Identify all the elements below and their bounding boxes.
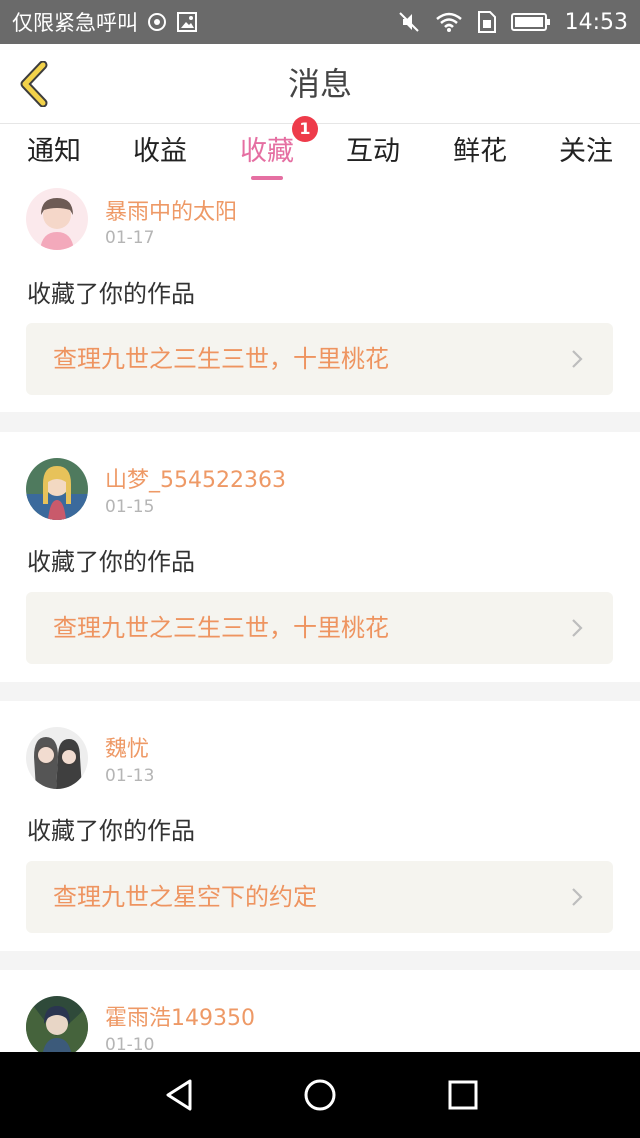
avatar-image [26, 458, 88, 520]
recents-square-icon[interactable] [443, 1075, 483, 1115]
action-text: 收藏了你的作品 [27, 280, 195, 308]
chevron-left-icon [20, 61, 48, 107]
tab-favorites-badge: 1 [292, 116, 318, 142]
chevron-right-icon [572, 350, 583, 368]
avatar[interactable] [26, 188, 88, 250]
tab-label: 收益 [133, 136, 187, 167]
work-title: 查理九世之三生三世，十里桃花 [53, 614, 389, 642]
chevron-right-icon [572, 888, 583, 906]
message-card: 魏忧 01-13 收藏了你的作品 查理九世之星空下的约定 [0, 701, 640, 951]
message-list[interactable]: 暴雨中的太阳 01-17 收藏了你的作品 查理九世之三生三世，十里桃花 山梦_5… [0, 184, 640, 1052]
wifi-icon [435, 11, 463, 33]
work-title: 查理九世之三生三世，十里桃花 [53, 345, 389, 373]
avatar-image [26, 188, 88, 250]
status-left: 仅限紧急呼叫 [12, 0, 198, 44]
work-link[interactable]: 查理九世之三生三世，十里桃花 [26, 323, 613, 395]
message-date: 01-10 [105, 1035, 155, 1052]
status-time: 14:53 [564, 9, 628, 35]
work-title: 查理九世之星空下的约定 [53, 883, 317, 911]
username[interactable]: 暴雨中的太阳 [105, 194, 237, 226]
action-text: 收藏了你的作品 [27, 817, 195, 845]
avatar[interactable] [26, 996, 88, 1052]
page-title: 消息 [287, 65, 352, 103]
back-triangle-icon[interactable] [160, 1075, 200, 1115]
username[interactable]: 山梦_554522363 [105, 462, 286, 494]
work-link[interactable]: 查理九世之星空下的约定 [26, 861, 613, 933]
username[interactable]: 魏忧 [105, 731, 149, 763]
tab-interactions[interactable]: 互动 [328, 124, 418, 184]
tab-label: 互动 [346, 136, 400, 167]
tab-label: 关注 [559, 136, 613, 167]
message-card: 暴雨中的太阳 01-17 收藏了你的作品 查理九世之三生三世，十里桃花 [0, 184, 640, 412]
mute-icon [397, 10, 421, 34]
avatar-image [26, 996, 88, 1052]
tab-notifications[interactable]: 通知 [9, 124, 99, 184]
carrier-text: 仅限紧急呼叫 [12, 11, 138, 35]
message-card: 霍雨浩149350 01-10 [0, 970, 640, 1052]
username[interactable]: 霍雨浩149350 [105, 1000, 255, 1032]
hotspot-icon [146, 11, 168, 33]
avatar[interactable] [26, 458, 88, 520]
tab-active-indicator [251, 176, 283, 180]
home-circle-icon[interactable] [300, 1075, 340, 1115]
image-icon [176, 11, 198, 33]
message-card: 山梦_554522363 01-15 收藏了你的作品 查理九世之三生三世，十里桃… [0, 432, 640, 682]
message-date: 01-15 [105, 497, 155, 517]
status-bar: 仅限紧急呼叫 14:53 [0, 0, 640, 44]
avatar-image [26, 727, 88, 789]
message-tabs: 通知 收益 收藏 互动 鲜花 关注 [0, 124, 640, 184]
system-nav-bar [0, 1052, 640, 1138]
tab-flowers[interactable]: 鲜花 [435, 124, 525, 184]
work-link[interactable]: 查理九世之三生三世，十里桃花 [26, 592, 613, 664]
battery-icon [510, 12, 551, 32]
message-date: 01-13 [105, 766, 155, 786]
action-text: 收藏了你的作品 [27, 548, 195, 576]
back-button[interactable] [14, 60, 54, 108]
sim-icon [477, 10, 497, 34]
tab-earnings[interactable]: 收益 [115, 124, 205, 184]
tab-label: 鲜花 [453, 136, 507, 167]
message-date: 01-17 [105, 228, 155, 248]
tab-label: 通知 [27, 136, 81, 167]
header-bar: 消息 [0, 44, 640, 124]
status-right: 14:53 [397, 0, 628, 44]
avatar[interactable] [26, 727, 88, 789]
tab-label: 收藏 [240, 136, 294, 167]
tab-following[interactable]: 关注 [541, 124, 631, 184]
chevron-right-icon [572, 619, 583, 637]
